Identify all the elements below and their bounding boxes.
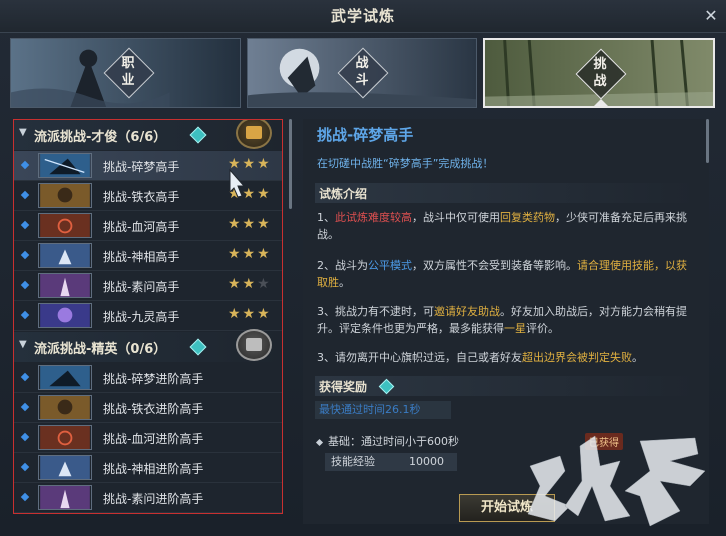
list-item-label: 挑战-九灵高手: [103, 310, 180, 324]
rule-3: 3、挑战力有不逮时，可邀请好友助战。好友加入助战后，对方能力会稍有提升。评定条件…: [317, 305, 687, 335]
blood-master-thumb: [38, 213, 92, 238]
iron-master-thumb: [38, 183, 92, 208]
gem-icon: [189, 338, 207, 356]
rule-2: 2、战斗为公平模式，双方属性不会受到装备等影响。请合理使用技能，以获取胜。: [317, 259, 687, 289]
list-item-label: 挑战-血河高手: [103, 220, 180, 234]
group-header-elite[interactable]: ▼ 流派挑战-精英（0/6）: [14, 329, 282, 362]
iron-master-thumb: [38, 395, 92, 420]
list-item-label: 挑战-神相进阶高手: [103, 462, 204, 476]
reward-condition: 基础：通过时间小于600秒: [315, 433, 459, 449]
list-item-label: 挑战-铁衣进阶高手: [103, 402, 204, 416]
bullet-icon: [20, 372, 30, 382]
bullet-icon: [20, 402, 30, 412]
fastest-time: 最快通过时间26.1秒: [315, 401, 451, 419]
section-intro: 试炼介绍: [315, 183, 695, 203]
group-title: 流派挑战-才俊（6/6）: [34, 130, 167, 145]
rule-1: 1、此试炼难度较高，战斗中仅可使用回复类药物，少侠可准备充足后再来挑战。: [317, 211, 687, 241]
chevron-down-icon: ▼: [19, 127, 27, 138]
list-item[interactable]: 挑战-素问进阶高手: [14, 483, 282, 513]
list-item-label: 挑战-素问进阶高手: [103, 492, 204, 506]
rating-stars: ★★★: [228, 246, 272, 262]
skill-exp-label: 技能经验: [331, 455, 375, 468]
list-item[interactable]: 挑战-血河高手 ★★★: [14, 211, 282, 241]
gem-icon: [189, 126, 207, 144]
tab-profession-label: 职业: [121, 56, 135, 88]
list-item-label: 挑战-素问高手: [103, 280, 180, 294]
category-tabs: 职业 战斗 挑战: [10, 38, 716, 110]
detail-description: 在切磋中战胜“碎梦高手”完成挑战！: [317, 157, 494, 170]
sword-master-thumb: [38, 153, 92, 178]
section-reward: 获得奖励: [315, 376, 695, 396]
list-item[interactable]: 挑战-素问高手 ★★★: [14, 271, 282, 301]
cursor-icon: [229, 168, 246, 198]
tab-challenge[interactable]: 挑战: [483, 38, 715, 108]
list-item[interactable]: 挑战-神相高手 ★★★: [14, 241, 282, 271]
rating-stars: ★★★: [228, 216, 272, 232]
bullet-icon: [315, 438, 324, 446]
challenge-window: 武学试炼 ✕ 职业 战斗 挑战 ▼ 流派挑战-才俊（6/6） 挑战-碎梦高手 ★…: [0, 0, 726, 536]
bullet-icon: [20, 220, 30, 230]
list-item-label: 挑战-神相高手: [103, 250, 180, 264]
bullet-icon: [20, 280, 30, 290]
window-title: 武学试炼: [330, 7, 395, 25]
list-item[interactable]: 挑战-九灵高手 ★★★: [14, 301, 282, 331]
list-item[interactable]: 挑战-神相进阶高手: [14, 453, 282, 483]
detail-title: 挑战-碎梦高手: [317, 126, 414, 144]
skill-exp-value: 10000: [409, 455, 444, 468]
bullet-icon: [20, 432, 30, 442]
blood-master-thumb: [38, 425, 92, 450]
game-logo-watermark: [527, 435, 706, 527]
tab-battle-label: 战斗: [355, 56, 369, 88]
skill-exp-row: 技能经验 10000: [325, 453, 457, 471]
divine-master-thumb: [38, 455, 92, 480]
tab-selected-caret-icon: [593, 99, 609, 106]
rating-stars: ★★★: [228, 306, 272, 322]
bullet-icon: [20, 462, 30, 472]
list-item[interactable]: 挑战-血河进阶高手: [14, 423, 282, 453]
tab-profession[interactable]: 职业: [10, 38, 241, 108]
bullet-icon: [20, 250, 30, 260]
list-item[interactable]: 挑战-铁衣进阶高手: [14, 393, 282, 423]
gem-icon: [378, 378, 395, 395]
close-icon[interactable]: ✕: [702, 7, 720, 25]
section-title: 获得奖励: [319, 380, 368, 394]
list-scrollbar[interactable]: [289, 119, 292, 209]
sword-master-thumb: [38, 365, 92, 390]
rating-stars: ★★★: [228, 276, 272, 292]
divine-master-thumb: [38, 243, 92, 268]
list-item[interactable]: 挑战-碎梦进阶高手: [14, 363, 282, 393]
bullet-icon: [20, 190, 30, 200]
tab-challenge-label: 挑战: [593, 57, 607, 89]
title-bar: 武学试炼 ✕: [0, 0, 726, 33]
healer-master-thumb: [38, 273, 92, 298]
silver-chest-icon[interactable]: [236, 329, 272, 361]
healer-master-thumb: [38, 485, 92, 510]
list-item-label: 挑战-碎梦高手: [103, 160, 180, 174]
rule-4: 3、请勿离开中心旗帜过远，自己或者好友超出边界会被判定失败。: [317, 351, 643, 364]
gold-chest-icon[interactable]: [236, 120, 272, 149]
section-title: 试炼介绍: [319, 187, 368, 201]
bullet-icon: [20, 160, 30, 170]
list-item-label: 挑战-碎梦进阶高手: [103, 372, 204, 386]
list-item-label: 挑战-血河进阶高手: [103, 432, 204, 446]
bullet-icon: [20, 492, 30, 502]
group-title: 流派挑战-精英（0/6）: [34, 342, 167, 357]
group-header-talent[interactable]: ▼ 流派挑战-才俊（6/6）: [14, 120, 282, 150]
chevron-down-icon: ▼: [19, 339, 27, 350]
list-item-label: 挑战-铁衣高手: [103, 190, 180, 204]
bullet-icon: [20, 310, 30, 320]
tab-battle[interactable]: 战斗: [247, 38, 477, 108]
detail-scrollbar[interactable]: [706, 119, 709, 163]
spirit-master-thumb: [38, 303, 92, 328]
